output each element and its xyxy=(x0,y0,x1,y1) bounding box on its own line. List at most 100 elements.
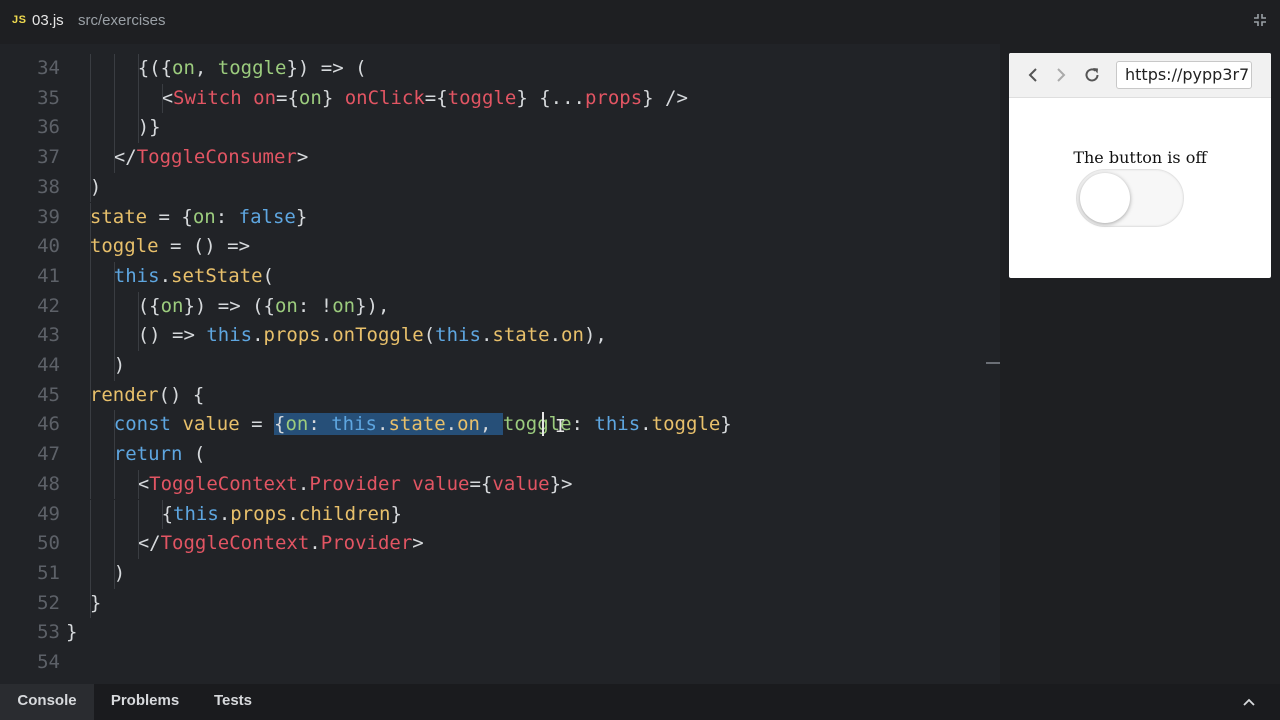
code-text: <Switch on={on} onClick={toggle} {...pro… xyxy=(162,84,688,114)
indent-guide xyxy=(90,351,91,381)
indent-guide xyxy=(90,380,91,411)
code-text: )} xyxy=(138,113,161,143)
code-token: value xyxy=(182,413,240,436)
line-number: 35 xyxy=(37,86,60,109)
code-token: < xyxy=(137,472,150,495)
line-number: 39 xyxy=(37,205,60,228)
line-number: 54 xyxy=(37,651,60,673)
indent-guide xyxy=(113,54,115,84)
line-number: 48 xyxy=(37,472,60,495)
code-text: toggle = () => xyxy=(90,232,250,262)
code-text: const value = {on: this.state.on, toggle… xyxy=(114,410,732,440)
code-token: this xyxy=(435,324,481,347)
code-text: () => this.props.onToggle(this.state.on)… xyxy=(138,321,607,351)
indent-guide xyxy=(90,558,91,589)
code-text: this.setState( xyxy=(114,262,274,292)
file-name[interactable]: 03.js xyxy=(32,12,64,29)
code-token: () => xyxy=(137,324,207,347)
code-token: return xyxy=(113,443,183,466)
forward-icon[interactable] xyxy=(1051,65,1071,85)
indent-guide xyxy=(137,469,139,500)
code-token: on xyxy=(172,57,195,79)
toggle-switch[interactable] xyxy=(1076,169,1184,227)
chevron-up-icon[interactable] xyxy=(1242,696,1256,710)
code-token: > xyxy=(296,146,309,169)
code-editor[interactable]: 34 {({on, toggle}) => (35 <Switch on={on} … xyxy=(0,44,1000,684)
code-token: } xyxy=(321,86,345,109)
back-icon[interactable] xyxy=(1023,65,1043,85)
code-token: on xyxy=(457,413,480,436)
code-text: </ToggleConsumer> xyxy=(114,143,309,173)
line-number: 41 xyxy=(37,264,60,287)
javascript-file-icon: JS xyxy=(12,14,27,26)
code-token: { xyxy=(161,502,174,525)
code-text: ) xyxy=(114,351,125,381)
code-token: on xyxy=(160,294,184,317)
tab-console[interactable]: Console xyxy=(0,684,94,720)
code-token: } xyxy=(295,205,308,228)
code-token: toggle xyxy=(651,413,721,436)
line-number: 43 xyxy=(37,324,60,347)
indent-guide xyxy=(90,529,91,559)
code-text: render() { xyxy=(90,381,204,411)
code-token: . xyxy=(640,413,652,436)
indent-guide xyxy=(113,83,115,114)
code-token: ToggleContext xyxy=(149,472,298,495)
code-token: . xyxy=(218,502,231,525)
indent-guide xyxy=(90,202,91,233)
indent-guide xyxy=(113,291,115,322)
line-number: 40 xyxy=(37,235,60,258)
reload-icon[interactable] xyxy=(1082,65,1102,85)
code-token: ToggleConsumer xyxy=(136,146,297,169)
code-token: . xyxy=(549,324,562,347)
code-text: state = {on: false} xyxy=(90,203,307,233)
minimap-marker xyxy=(986,362,1000,364)
code-token: . xyxy=(445,413,458,436)
indent-guide xyxy=(90,261,91,292)
code-token: state xyxy=(89,205,148,228)
code-text: } xyxy=(66,618,77,648)
code-token: ) xyxy=(89,175,102,198)
code-token: < xyxy=(161,86,174,109)
code-token: ({ xyxy=(137,294,161,317)
code-token: . xyxy=(376,413,389,436)
code-token: } xyxy=(89,591,102,614)
indent-guide xyxy=(90,143,91,173)
code-token: this xyxy=(331,413,377,436)
indent-guide xyxy=(90,54,91,84)
line-number: 53 xyxy=(37,621,60,644)
collapse-icon[interactable] xyxy=(1252,12,1268,28)
code-token: }> xyxy=(549,472,573,495)
tab-problems[interactable]: Problems xyxy=(96,684,194,720)
line-number: 34 xyxy=(37,57,60,79)
indent-guide xyxy=(113,351,115,381)
line-number: 46 xyxy=(37,413,60,436)
browser-preview: https://pypp3r7 The button is off xyxy=(1009,53,1271,278)
code-token: ), xyxy=(583,324,607,347)
code-token: on xyxy=(561,324,584,347)
indent-guide xyxy=(113,440,115,470)
code-token: ={ xyxy=(276,86,299,109)
indent-guide xyxy=(113,321,115,351)
indent-guide xyxy=(137,529,139,559)
code-token: this xyxy=(113,264,160,287)
indent-guide xyxy=(90,588,91,619)
code-token: on xyxy=(285,413,309,436)
code-token: . xyxy=(320,324,333,347)
line-number: 47 xyxy=(37,443,60,466)
tab-tests[interactable]: Tests xyxy=(196,684,270,720)
indent-guide xyxy=(90,291,91,322)
indent-guide xyxy=(137,54,139,84)
code-text: ({on}) => ({on: !on}), xyxy=(138,292,390,322)
code-token: } xyxy=(390,502,402,525)
code-token: : ! xyxy=(297,294,333,317)
line-number: 44 xyxy=(37,354,60,376)
code-token: toggle xyxy=(217,57,287,79)
code-token: value xyxy=(412,472,470,495)
url-bar[interactable]: https://pypp3r7 xyxy=(1116,61,1252,89)
line-number: 51 xyxy=(37,561,60,584)
indent-guide xyxy=(113,469,115,500)
code-token: onClick xyxy=(344,86,425,109)
code-text: {this.props.children} xyxy=(162,500,402,530)
indent-guide xyxy=(113,499,115,530)
